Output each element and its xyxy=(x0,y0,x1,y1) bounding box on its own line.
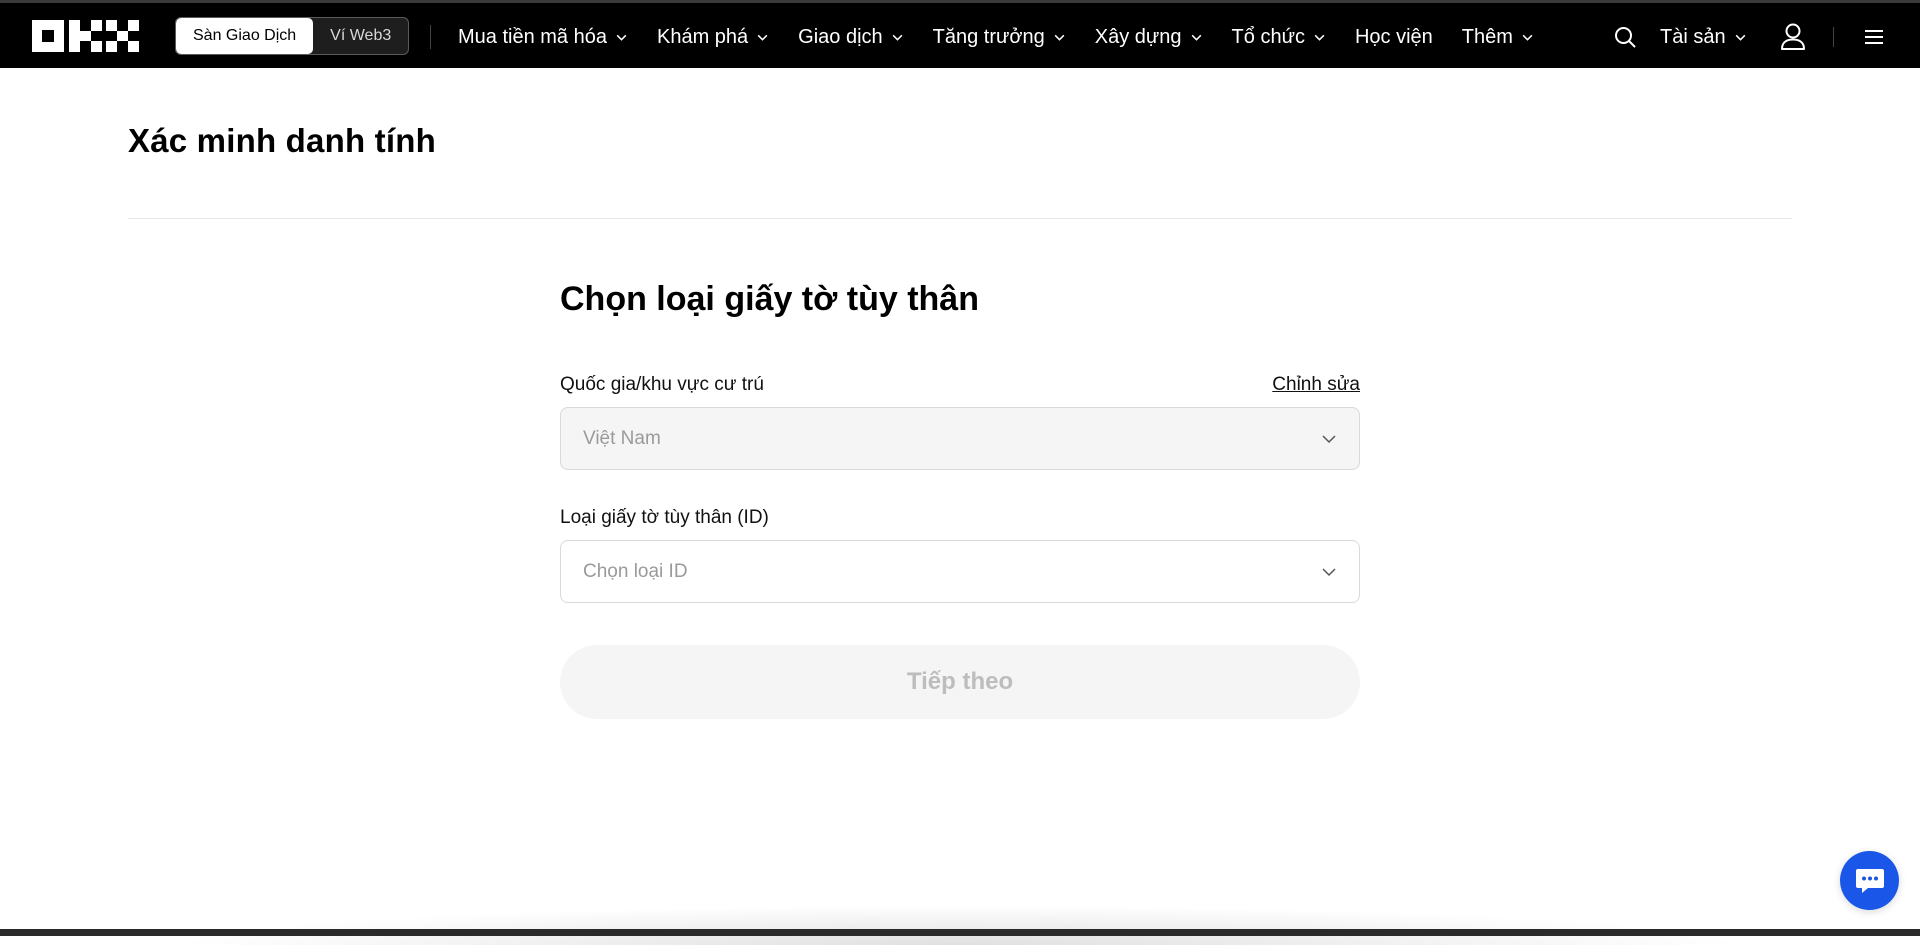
nav-item-label: Xây dựng xyxy=(1094,25,1182,48)
nav-item-more[interactable]: Thêm xyxy=(1462,26,1534,49)
mode-switch: Sàn Giao Dịch Ví Web3 xyxy=(175,17,410,55)
menu-button[interactable] xyxy=(1864,27,1884,47)
nav-item-buy-crypto[interactable]: Mua tiền mã hóa xyxy=(458,26,628,49)
search-button[interactable] xyxy=(1613,25,1637,49)
chevron-down-icon xyxy=(757,34,768,41)
nav-item-label: Tổ chức xyxy=(1231,25,1305,48)
country-select[interactable]: Việt Nam xyxy=(560,407,1360,470)
divider xyxy=(128,218,1792,219)
nav-item-label: Giao dịch xyxy=(798,25,883,48)
chevron-down-icon xyxy=(1322,567,1336,576)
assets-label: Tài sản xyxy=(1660,25,1726,48)
chevron-down-icon xyxy=(1191,34,1201,41)
id-type-select[interactable]: Chọn loại ID xyxy=(560,540,1360,603)
nav-divider xyxy=(430,25,431,49)
okx-logo-icon[interactable] xyxy=(32,20,139,52)
next-button[interactable]: Tiếp theo xyxy=(560,645,1360,719)
nav-item-discover[interactable]: Khám phá xyxy=(657,26,769,49)
search-icon xyxy=(1615,27,1636,48)
id-type-placeholder: Chọn loại ID xyxy=(583,560,688,582)
nav-item-build[interactable]: Xây dựng xyxy=(1095,26,1203,49)
user-profile-button[interactable] xyxy=(1780,23,1806,51)
chevron-down-icon xyxy=(1054,34,1065,41)
country-label: Quốc gia/khu vực cư trú xyxy=(560,374,764,395)
nav-item-label: Mua tiền mã hóa xyxy=(458,25,607,48)
assets-menu[interactable]: Tài sản xyxy=(1660,3,1747,71)
id-type-form: Chọn loại giấy tờ tùy thân Quốc gia/khu … xyxy=(560,280,1360,719)
exchange-tab[interactable]: Sàn Giao Dịch xyxy=(176,18,314,54)
nav-item-label: Học viện xyxy=(1354,25,1433,48)
chevron-down-icon xyxy=(1522,34,1533,41)
nav-item-growth[interactable]: Tăng trưởng xyxy=(933,26,1066,49)
nav-item-trade[interactable]: Giao dịch xyxy=(798,26,904,49)
form-title: Chọn loại giấy tờ tùy thân xyxy=(560,280,979,318)
chat-support-button[interactable] xyxy=(1840,851,1899,910)
bottom-edge xyxy=(0,929,1920,936)
id-type-label: Loại giấy tờ tùy thân (ID) xyxy=(560,507,769,528)
chevron-down-icon xyxy=(1322,434,1336,443)
top-nav-bar: Sàn Giao Dịch Ví Web3 Mua tiền mã hóa Kh… xyxy=(0,0,1920,68)
nav-item-label: Tăng trưởng xyxy=(932,25,1045,48)
chevron-down-icon xyxy=(616,34,627,41)
country-label-row: Quốc gia/khu vực cư trú Chỉnh sửa xyxy=(560,373,1360,397)
country-value: Việt Nam xyxy=(583,427,661,449)
user-icon xyxy=(1781,23,1805,50)
edit-country-link[interactable]: Chỉnh sửa xyxy=(1272,374,1360,396)
page-title: Xác minh danh tính xyxy=(128,122,436,159)
nav-item-institutional[interactable]: Tổ chức xyxy=(1232,26,1326,49)
main-nav: Mua tiền mã hóa Khám phá Giao dịch Tăng … xyxy=(458,3,1563,71)
id-type-label-row: Loại giấy tờ tùy thân (ID) xyxy=(560,506,1360,530)
nav-item-label: Thêm xyxy=(1461,25,1513,48)
nav-item-academy[interactable]: Học viện xyxy=(1355,26,1433,49)
chat-bubble-icon xyxy=(1855,868,1884,893)
nav-divider xyxy=(1833,27,1834,47)
nav-item-label: Khám phá xyxy=(656,25,749,48)
bottom-shadow xyxy=(170,905,1750,945)
hamburger-menu-icon xyxy=(1865,30,1883,44)
chevron-down-icon xyxy=(892,34,903,41)
web3-wallet-tab[interactable]: Ví Web3 xyxy=(313,18,408,54)
chevron-down-icon xyxy=(1314,34,1325,41)
chevron-down-icon xyxy=(1735,34,1745,41)
